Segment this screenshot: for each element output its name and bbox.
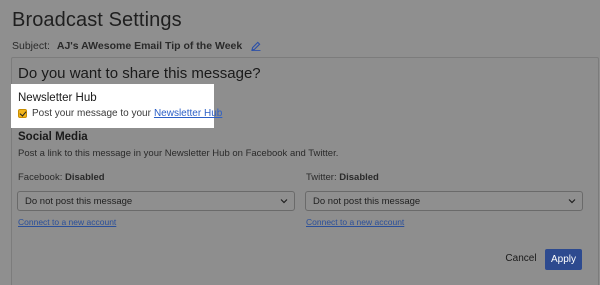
facebook-connect-link[interactable]: Connect to a new account <box>18 217 116 227</box>
newsletter-hub-link[interactable]: Newsletter Hub <box>154 108 222 119</box>
facebook-label: Facebook: Disabled <box>18 172 105 183</box>
newsletter-hub-option: Post your message to your Newsletter Hub <box>18 108 222 119</box>
facebook-label-text: Facebook: <box>18 172 63 183</box>
share-heading: Do you want to share this message? <box>18 65 261 82</box>
newsletter-hub-checkbox-label: Post your message to your <box>32 108 151 119</box>
subject-value: AJ's AWesome Email Tip of the Week <box>56 40 243 52</box>
pencil-icon[interactable] <box>251 41 261 52</box>
newsletter-hub-highlight <box>11 84 214 128</box>
social-media-title: Social Media <box>18 131 88 143</box>
subject-row: Subject: AJ's AWesome Email Tip of the W… <box>12 40 261 52</box>
subject-label: Subject: <box>12 40 50 52</box>
twitter-post-select[interactable]: Do not post this message <box>305 191 583 211</box>
newsletter-hub-title: Newsletter Hub <box>18 92 97 104</box>
apply-button[interactable]: Apply <box>545 249 582 270</box>
facebook-status: Disabled <box>65 172 105 183</box>
twitter-label-text: Twitter: <box>306 172 337 183</box>
facebook-select-value: Do not post this message <box>25 196 133 207</box>
page-title: Broadcast Settings <box>12 9 182 31</box>
twitter-connect-link[interactable]: Connect to a new account <box>306 217 404 227</box>
chevron-down-icon <box>280 197 288 205</box>
newsletter-hub-checkbox[interactable] <box>18 109 27 118</box>
twitter-status: Disabled <box>339 172 379 183</box>
twitter-label: Twitter: Disabled <box>306 172 379 183</box>
twitter-select-value: Do not post this message <box>313 196 421 207</box>
facebook-post-select[interactable]: Do not post this message <box>17 191 295 211</box>
chevron-down-icon <box>568 197 576 205</box>
cancel-button[interactable]: Cancel <box>500 249 542 269</box>
social-media-description: Post a link to this message in your News… <box>18 148 339 159</box>
